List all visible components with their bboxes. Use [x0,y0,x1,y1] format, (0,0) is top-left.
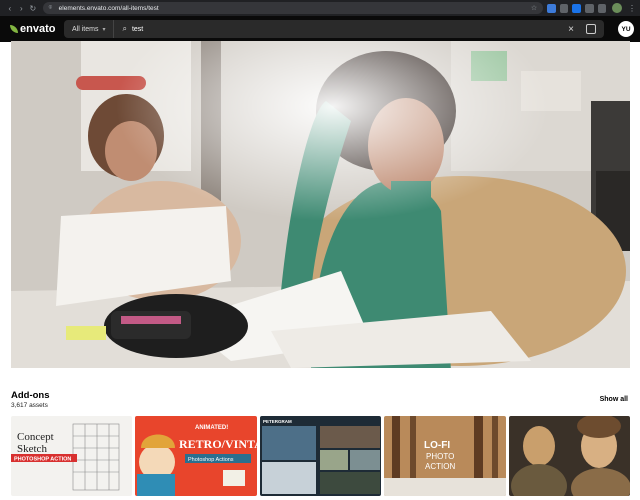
url-text: elements.envato.com/all-items/test [58,4,159,12]
forward-arrow-icon[interactable]: › [16,4,28,13]
search-icon: ⌕ [122,24,127,33]
site-info-icon[interactable]: ⌾ [49,5,55,11]
search-input[interactable]: test [132,26,143,33]
extension-icon[interactable] [559,3,569,13]
hero-image[interactable] [11,41,630,368]
image-search-icon[interactable] [586,24,596,34]
concept-title-line2: Sketch [17,443,47,455]
extension-icon[interactable] [572,3,582,13]
leaf-icon [10,25,18,33]
extensions-puzzle-icon[interactable] [585,3,594,13]
browser-toolbar: ‹ › ↻ ⌾ elements.envato.com/all-items/te… [0,0,640,16]
search-bar: All items ▾ ⌕ test × [64,20,604,38]
chevron-down-icon: ▾ [102,26,106,33]
back-arrow-icon[interactable]: ‹ [4,4,16,13]
addon-thumbnail-oil-painting[interactable] [508,416,631,496]
show-all-link[interactable]: Show all [600,396,628,403]
section-title: Add-ons [11,390,50,401]
profile-avatar[interactable] [612,3,623,13]
lofi-title-line3: ACTION [425,462,455,471]
retro-subtitle: Photoshop Actions [188,457,234,463]
addon-thumbnail-lofi-photo-action[interactable]: LO-FI PHOTO ACTION [384,416,506,496]
site-header: envato All items ▾ ⌕ test × YU [0,16,640,42]
lofi-title-line2: PHOTO [426,452,454,461]
extension-icon[interactable] [547,3,556,13]
concept-title-line1: Concept [17,431,54,443]
addons-carousel: Concept Sketch PHOTOSHOP ACTION ANIMATED… [11,416,631,496]
clear-search-icon[interactable]: × [568,24,574,35]
envato-logo[interactable]: envato [10,23,55,35]
logo-text: envato [20,23,56,35]
user-avatar[interactable]: YU [618,21,634,37]
sidepanel-icon[interactable] [597,3,607,13]
reload-icon[interactable]: ↻ [27,4,39,13]
section-count: 3,617 assets [11,402,48,409]
concept-banner: PHOTOSHOP ACTION [14,457,71,463]
category-filter-label: All items [72,25,99,33]
lofi-title-line1: LO-FI [424,440,450,451]
hero-photo-illustration [11,41,630,368]
kebab-menu-icon[interactable]: ⋮ [628,4,636,13]
addon-thumbnail-petergram[interactable]: PETERGRAM [259,416,382,496]
addon-thumbnail-retro-vintage[interactable]: ANIMATED! RETRO/VINTAGE Photoshop Action… [135,416,257,496]
category-filter-dropdown[interactable]: All items ▾ [64,20,115,38]
retro-title: RETRO/VINTAGE [179,437,256,451]
bookmark-star-icon[interactable]: ☆ [531,4,537,12]
petergram-label: PETERGRAM [263,419,292,424]
retro-badge: ANIMATED! [195,425,228,431]
address-bar[interactable]: ⌾ elements.envato.com/all-items/test ☆ [42,2,544,14]
addon-thumbnail-concept-sketch[interactable]: Concept Sketch PHOTOSHOP ACTION [11,416,133,496]
